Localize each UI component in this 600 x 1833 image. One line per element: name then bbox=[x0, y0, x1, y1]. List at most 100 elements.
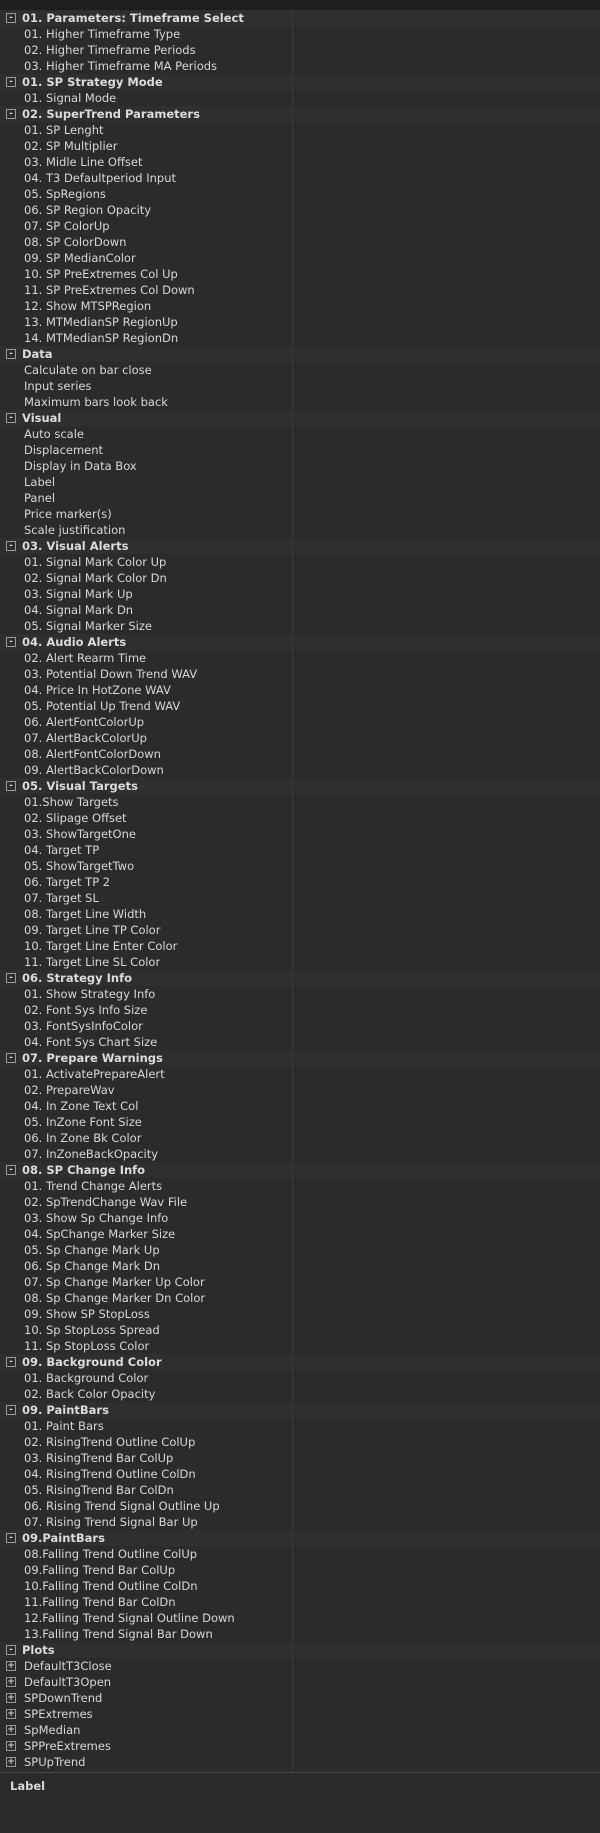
property-row-01-signal-mode[interactable]: 01. Signal ModeHotZoneTrespassHL bbox=[0, 90, 600, 106]
property-row-08-alertfontcolordown[interactable]: 08. AlertFontColorDownWhite bbox=[0, 746, 600, 762]
property-row-02-risingtrend-outline-colup[interactable]: 02. RisingTrend Outline ColUp80, 255, 25… bbox=[0, 1434, 600, 1450]
property-row-01-show-targets[interactable]: 01.Show TargetsTrue bbox=[0, 794, 600, 810]
property-row-04-in-zone-text-col[interactable]: 04. In Zone Text ColBlack bbox=[0, 1098, 600, 1114]
property-row-spmedian[interactable]: +SpMedianLine; Dot; 1px bbox=[0, 1722, 600, 1738]
expand-icon[interactable]: + bbox=[6, 1725, 16, 1735]
property-row-03-fontsysinfocolor[interactable]: 03. FontSysInfoColorDimGray bbox=[0, 1018, 600, 1034]
property-row-sppreextremes[interactable]: +SPPreExtremesLine; Dot; 1px bbox=[0, 1738, 600, 1754]
collapse-icon[interactable]: - bbox=[6, 13, 16, 23]
expand-icon[interactable]: + bbox=[6, 1661, 16, 1671]
category-data[interactable]: - Data bbox=[0, 346, 600, 362]
category-02-supertrend-parameters[interactable]: -02. SuperTrend Parameters bbox=[0, 106, 600, 122]
category-01-sp-strategy-mode[interactable]: -01. SP Strategy Mode bbox=[0, 74, 600, 90]
collapse-icon[interactable]: - bbox=[6, 1405, 16, 1415]
property-row-03-midle-line-offset[interactable]: 03. Midle Line Offset2 bbox=[0, 154, 600, 170]
property-row-05-inzone-font-size[interactable]: 05. InZone Font Size25 bbox=[0, 1114, 600, 1130]
category-visual[interactable]: - Visual bbox=[0, 410, 600, 426]
property-row-09-target-line-tp-color[interactable]: 09. Target Line TP ColorCyan bbox=[0, 922, 600, 938]
property-row-03-show-sp-change-info[interactable]: 03. Show Sp Change InfoTrue bbox=[0, 1210, 600, 1226]
property-row-10-sp-stoploss-spread[interactable]: 10. Sp StopLoss Spread4 bbox=[0, 1322, 600, 1338]
property-row-09-falling-trend-bar-colup[interactable]: 09.Falling Trend Bar ColUp140, 0, 0, 0 bbox=[0, 1562, 600, 1578]
category-03-visual-alerts[interactable]: -03. Visual Alerts bbox=[0, 538, 600, 554]
property-row-02-higher-timeframe-periods[interactable]: 02. Higher Timeframe Periods1 bbox=[0, 42, 600, 58]
property-row-06-alertfontcolorup[interactable]: 06. AlertFontColorUpWhite bbox=[0, 714, 600, 730]
property-row-02-signal-mark-color-dn[interactable]: 02. Signal Mark Color DnLightGray bbox=[0, 570, 600, 586]
category-09-background-color[interactable]: -09. Background Color bbox=[0, 1354, 600, 1370]
property-row-display-in-data-box[interactable]: Display in Data BoxTrue bbox=[0, 458, 600, 474]
collapse-icon[interactable]: - bbox=[6, 541, 16, 551]
collapse-icon[interactable]: - bbox=[6, 1645, 16, 1655]
property-row-04-signal-mark-dn[interactable]: 04. Signal Mark Dnw bbox=[0, 602, 600, 618]
property-row-10-target-line-enter-color[interactable]: 10. Target Line Enter ColorWhite bbox=[0, 938, 600, 954]
property-row-auto-scale[interactable]: Auto scaleTrue bbox=[0, 426, 600, 442]
property-row-01-show-strategy-info[interactable]: 01. Show Strategy InfoTrue bbox=[0, 986, 600, 1002]
property-row-11-falling-trend-bar-coldn[interactable]: 11.Falling Trend Bar ColDn80, 255, 0, 0 bbox=[0, 1594, 600, 1610]
property-row-03-signal-mark-up[interactable]: 03. Signal Mark Upv bbox=[0, 586, 600, 602]
category-09-paintbars[interactable]: -09.PaintBars bbox=[0, 1530, 600, 1546]
collapse-icon[interactable]: - bbox=[6, 781, 16, 791]
property-row-03-risingtrend-bar-colup[interactable]: 03. RisingTrend Bar ColUp80, 200, 250, 2… bbox=[0, 1450, 600, 1466]
property-row-07-sp-change-marker-up-color[interactable]: 07. Sp Change Marker Up ColorWhite bbox=[0, 1274, 600, 1290]
property-row-spdowntrend[interactable]: +SPDownTrendLine; Solid; 1px bbox=[0, 1690, 600, 1706]
expand-icon[interactable]: + bbox=[6, 1693, 16, 1703]
property-row-06-sp-change-mark-dn[interactable]: 06. Sp Change Mark Dnu bbox=[0, 1258, 600, 1274]
property-row-02-sp-multiplier[interactable]: 02. SP Multiplier3 bbox=[0, 138, 600, 154]
property-row-14-mtmediansp-regiondn[interactable]: 14. MTMedianSP RegionDnDarkRed bbox=[0, 330, 600, 346]
expand-icon[interactable]: + bbox=[6, 1709, 16, 1719]
expand-icon[interactable]: + bbox=[6, 1741, 16, 1751]
property-row-03-showtargetone[interactable]: 03. ShowTargetOneFalse bbox=[0, 826, 600, 842]
property-row-label[interactable]: Label bbox=[0, 474, 600, 490]
property-row-defaultt3close[interactable]: +DefaultT3CloseLine; Solid; 1px bbox=[0, 1658, 600, 1674]
property-row-09-sp-mediancolor[interactable]: 09. SP MedianColorDarkGoldenrod bbox=[0, 250, 600, 266]
property-row-defaultt3open[interactable]: +DefaultT3OpenLine; Solid; 1px bbox=[0, 1674, 600, 1690]
category-05-visual-targets[interactable]: -05. Visual Targets bbox=[0, 778, 600, 794]
property-row-02-slipage-offset[interactable]: 02. Slipage Offset4 bbox=[0, 810, 600, 826]
property-row-04-spchange-marker-size[interactable]: 04. SpChange Marker Size32 bbox=[0, 1226, 600, 1242]
collapse-icon[interactable]: - bbox=[6, 1165, 16, 1175]
property-row-01-paint-bars[interactable]: 01. Paint BarsFalse bbox=[0, 1418, 600, 1434]
collapse-icon[interactable]: - bbox=[6, 637, 16, 647]
property-row-10-falling-trend-outline-coldn[interactable]: 10.Falling Trend Outline ColDn80, 255, 0… bbox=[0, 1578, 600, 1594]
collapse-icon[interactable]: - bbox=[6, 973, 16, 983]
expand-icon[interactable]: + bbox=[6, 1677, 16, 1687]
property-row-panel[interactable]: PanelSame as input series bbox=[0, 490, 600, 506]
property-row-07-sp-colorup[interactable]: 07. SP ColorUp80, 200, 250, 255 bbox=[0, 218, 600, 234]
property-row-displacement[interactable]: Displacement0 bbox=[0, 442, 600, 458]
property-row-04-font-sys-chart-size[interactable]: 04. Font Sys Chart Size8 bbox=[0, 1034, 600, 1050]
property-row-05-sp-change-mark-up[interactable]: 05. Sp Change Mark Upt bbox=[0, 1242, 600, 1258]
property-row-04-price-in-hotzone-wav[interactable]: 04. Price In HotZone WAVHotZone.wav bbox=[0, 682, 600, 698]
property-row-08-sp-colordown[interactable]: 08. SP ColorDownDarkRed bbox=[0, 234, 600, 250]
property-row-input-series[interactable]: Input series$EURJPY (Daily) bbox=[0, 378, 600, 394]
property-row-03-higher-timeframe-ma-periods[interactable]: 03. Higher Timeframe MA Periods1 bbox=[0, 58, 600, 74]
expand-icon[interactable]: + bbox=[6, 1757, 16, 1767]
property-row-11-target-line-sl-color[interactable]: 11. Target Line SL ColorFuchsia bbox=[0, 954, 600, 970]
property-row-05-spregions[interactable]: 05. SpRegionsTrue bbox=[0, 186, 600, 202]
property-row-07-rising-trend-signal-bar-up[interactable]: 07. Rising Trend Signal Bar Up80, 200, 2… bbox=[0, 1514, 600, 1530]
property-row-13-mtmediansp-regionup[interactable]: 13. MTMedianSP RegionUp80, 200, 250, 255 bbox=[0, 314, 600, 330]
collapse-icon[interactable]: - bbox=[6, 1053, 16, 1063]
property-row-03-potential-down-trend-wav[interactable]: 03. Potential Down Trend WAVD:\SPEED BAC… bbox=[0, 666, 600, 682]
property-row-12-show-mtspregion[interactable]: 12. Show MTSPRegionFalse bbox=[0, 298, 600, 314]
property-row-calculate-on-bar-close[interactable]: Calculate on bar closeTrue bbox=[0, 362, 600, 378]
property-row-08-sp-change-marker-dn-color[interactable]: 08. Sp Change Marker Dn ColorRed bbox=[0, 1290, 600, 1306]
property-row-11-sp-stoploss-color[interactable]: 11. Sp StopLoss ColorFuchsia bbox=[0, 1338, 600, 1354]
property-row-05-signal-marker-size[interactable]: 05. Signal Marker Size10 bbox=[0, 618, 600, 634]
property-row-spextremes[interactable]: +SPExtremesHash; Dot; 1px bbox=[0, 1706, 600, 1722]
property-row-05-potential-up-trend-wav[interactable]: 05. Potential Up Trend WAVD:\SPEED BACKU… bbox=[0, 698, 600, 714]
property-row-01-background-color[interactable]: 01. Background ColorTrue bbox=[0, 1370, 600, 1386]
column-divider[interactable] bbox=[292, 10, 293, 1772]
property-row-02-preparewav[interactable]: 02. PrepareWavD:\SPEED BACKUP\NINJA BACK… bbox=[0, 1082, 600, 1098]
property-row-11-sp-preextremes-col-down[interactable]: 11. SP PreExtremes Col Down100, 255, 0, … bbox=[0, 282, 600, 298]
property-row-maximum-bars-look-back[interactable]: Maximum bars look backTwoHundredFiftySix bbox=[0, 394, 600, 410]
property-row-02-alert-rearm-time[interactable]: 02. Alert Rearm Time2200 bbox=[0, 650, 600, 666]
property-row-08-falling-trend-outline-colup[interactable]: 08.Falling Trend Outline ColUp80, 255, 2… bbox=[0, 1546, 600, 1562]
category-plots[interactable]: - Plots bbox=[0, 1642, 600, 1658]
property-row-02-sptrendchange-wav-file[interactable]: 02. SpTrendChange Wav FileD:\SPEED BACKU… bbox=[0, 1194, 600, 1210]
property-row-06-target-tp-2[interactable]: 06. Target TP 2100 bbox=[0, 874, 600, 890]
property-row-07-target-sl[interactable]: 07. Target SL20 bbox=[0, 890, 600, 906]
property-grid[interactable]: -01. Parameters: Timeframe Select 01. Hig… bbox=[0, 10, 600, 1770]
property-row-01-activatepreparealert[interactable]: 01. ActivatePrepareAlertTrue bbox=[0, 1066, 600, 1082]
category-01-parameters-timeframe-select[interactable]: -01. Parameters: Timeframe Select bbox=[0, 10, 600, 26]
property-row-04-t3-defaultperiod-input[interactable]: 04. T3 Defaultperiod Input1 bbox=[0, 170, 600, 186]
property-row-price-marker-s[interactable]: Price marker(s)False bbox=[0, 506, 600, 522]
